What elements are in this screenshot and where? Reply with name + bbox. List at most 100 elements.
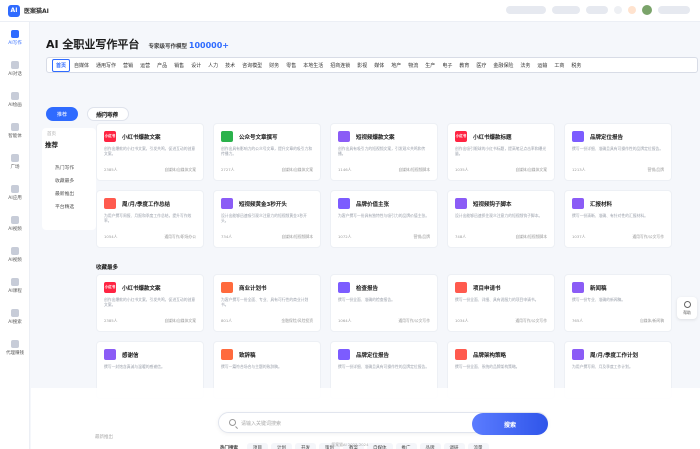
sidebar-item-1[interactable]: AI对话 [0,53,30,84]
card-usage-count: 2385人 [104,318,118,323]
category-tab[interactable]: 零售 [283,60,299,71]
help-button[interactable]: 帮助 [677,297,697,319]
writing-card[interactable]: 项目申请书 撰写一份全面、详细、具有说服力的项目申请书。 1034人 通用写作/公文写… [447,274,555,332]
card-title: 品牌定位报告 [356,353,390,359]
sidebar-item-8[interactable]: AI课程 [0,270,30,301]
card-title: 小红书爆款标题 [473,135,512,141]
category-tab[interactable]: 税务 [568,60,584,71]
search-icon [11,308,19,317]
writing-card[interactable]: 短视频钩子脚本设计出能够迅速抓住观众注意力的短视频钩子脚本。 748人 自媒体/短视… [447,190,555,248]
sidebar-item-3[interactable]: 智能体 [0,115,30,146]
points-pill[interactable] [552,6,580,14]
message-icon[interactable] [614,6,622,14]
category-tab[interactable]: 招商连锁 [327,60,353,71]
sidebar-item-10[interactable]: 代理赚钱 [0,332,30,363]
sidebar-item-7[interactable]: AI视频 [0,239,30,270]
card-title: 短视频钩子脚本 [473,202,512,208]
card-footer: 748人 自媒体/短视频脚本 [455,234,547,240]
xiaohongshu-icon: 小红书 [455,131,467,142]
writing-card[interactable]: 小红书 小红书爆款标题 创作出吸引眼球的小红书标题，提高笔记点击率和曝光量。 1035… [447,123,555,181]
writing-card[interactable]: 周/月/季度工作总结 为用户撰写周报、月报和季度工作总结，提升写作效率。 1054人… [96,190,204,248]
tab-recommend[interactable]: 推荐 [46,107,78,121]
writing-card[interactable]: 公众号文章撰写 创作出具有影响力的公众号文章，提升文章的吸引力和传播力。 2727人… [213,123,321,181]
card-category: 通用写作/公文写作 [515,318,547,323]
category-tab[interactable]: 媒体 [371,60,387,71]
leftnav-item-hot[interactable]: 热门写作 [55,164,74,171]
sidebar-item-label: AI写作 [8,40,22,46]
headset-icon [683,300,691,308]
username-pill[interactable] [658,6,690,14]
category-tab[interactable]: 地产 [388,60,404,71]
leftnav-item-new[interactable]: 最新推出 [55,190,74,197]
category-tab[interactable]: 咨询模型 [239,60,265,71]
category-tab[interactable]: 通用写作 [93,60,119,71]
writing-card[interactable]: 汇报材料 撰写一份清晰、准确、有针对性的汇报材料。 1037人 通用写作/公文写作 [564,190,672,248]
category-tab[interactable]: 运营 [137,60,153,71]
sidebar-item-4[interactable]: 广场 [0,146,30,177]
card-description: 撰写一份专业、准确的新闻稿。 [572,297,626,302]
category-tab[interactable]: 影视 [354,60,370,71]
logo-icon[interactable]: AI [8,4,20,17]
writing-card[interactable]: 检查报告 撰写一份全面、准确的检查报告。 1064人 通用写作/公文写作 [330,274,438,332]
card-usage-count: 1064人 [338,318,352,323]
category-tab[interactable]: 金融保险 [490,60,516,71]
video-icon [11,215,19,224]
card-description: 撰写一封饱含真诚与温暖的感谢信。 [104,364,165,369]
writing-card[interactable]: 品牌价值主张 为客户撰写一份具有独特性与吸引力的品牌价值主张。 1072人 营销/品牌 [330,190,438,248]
card-category: 通用写作/公文写作 [398,318,430,323]
writing-card[interactable]: 小红书 小红书爆款文案 创作出爆款的小红书文案，引发共鸣，促进互动的创意文案。 238… [96,274,204,332]
card-usage-count: 1037人 [572,234,586,239]
xiaohongshu-icon: 小红书 [104,282,116,293]
category-tab[interactable]: 设计 [188,60,204,71]
writing-card[interactable]: 小红书 小红书爆款文案 创作出爆款的小红书文案，引发共鸣，促进互动的创意文案。 238… [96,123,204,181]
category-tab[interactable]: 运输 [534,60,550,71]
category-tab[interactable]: 物流 [405,60,421,71]
avatar[interactable] [642,5,652,15]
sidebar-item-9[interactable]: AI搜索 [0,301,30,332]
sidebar-item-5[interactable]: AI应用 [0,177,30,208]
category-tab[interactable]: 营销 [120,60,136,71]
square-icon [11,153,19,162]
category-tab[interactable]: 产品 [154,60,170,71]
writing-card[interactable]: 短视频爆款文案 创作出具有吸引力的短视频文案，引发观众共鸣和传播。 1146人 自媒体… [330,123,438,181]
leftnav-item-pick[interactable]: 平台精选 [55,203,74,210]
category-tab[interactable]: 生产 [422,60,438,71]
category-tab[interactable]: 首页 [52,58,71,72]
category-tab[interactable]: 人力 [205,60,221,71]
writing-card[interactable]: 新闻稿 撰写一份专业、准确的新闻稿。 765人 自媒体/新闻稿 [564,274,672,332]
category-tab[interactable]: 工商 [551,60,567,71]
sidebar-item-6[interactable]: AI视频 [0,208,30,239]
writing-card[interactable]: 短视频黄金3秒开头 设计出能够迅速吸引观众注意力的短视频黄金3秒开头。 734人 自媒… [213,190,321,248]
category-tab[interactable]: 教育 [456,60,472,71]
card-description: 撰写一份详细、准确且具有可操作性的品牌定位报告。 [338,364,430,369]
gift-icon[interactable] [628,6,636,14]
leftnav-item-fav[interactable]: 收藏最多 [55,177,74,184]
category-tab[interactable]: 本地生活 [300,60,326,71]
category-tab[interactable]: 法务 [517,60,533,71]
recharge-pill[interactable] [586,6,608,14]
sidebar: AI写作 AI对话 AI绘画 智能体 广场 AI应用 AI视频 AI视频 AI课程 AI搜索 代理赚… [0,22,30,449]
sidebar-item-label: AI应用 [8,195,22,201]
category-tab[interactable]: 自媒体 [71,60,92,71]
card-description: 设计出能够迅速抓住观众注意力的短视频钩子脚本。 [455,213,543,218]
fav-cards: 小红书 小红书爆款文案 创作出爆款的小红书文案，引发共鸣，促进互动的创意文案。 238… [96,274,672,399]
xiaohongshu-icon: 小红书 [104,131,116,142]
check-icon [338,282,350,293]
vip-pill[interactable] [506,6,546,14]
plan-icon [221,282,233,293]
video-icon [455,198,467,209]
card-description: 为用户撰写周报、月报和季度工作总结，提升写作效率。 [104,213,192,224]
writing-card[interactable]: 品牌定位报告 撰写一份详细、准确且具有可操作性的品牌定位报告。 1213人 营销/品牌 [564,123,672,181]
category-tab[interactable]: 医疗 [473,60,489,71]
writing-card[interactable]: 商业计划书 为客户撰写一份全面、专业、具有可行性的商业计划书。 801人 金融保险/风… [213,274,321,332]
news-icon [572,282,584,293]
robot-icon [11,122,19,131]
category-tab[interactable]: 电子 [439,60,455,71]
card-usage-count: 1072人 [338,234,352,239]
sidebar-item-0[interactable]: AI写作 [0,22,30,53]
sidebar-item-2[interactable]: AI绘画 [0,84,30,115]
search-button[interactable]: 搜索 [472,413,548,435]
category-tab[interactable]: 财务 [266,60,282,71]
category-tab[interactable]: 销售 [171,60,187,71]
category-tab[interactable]: 技术 [222,60,238,71]
